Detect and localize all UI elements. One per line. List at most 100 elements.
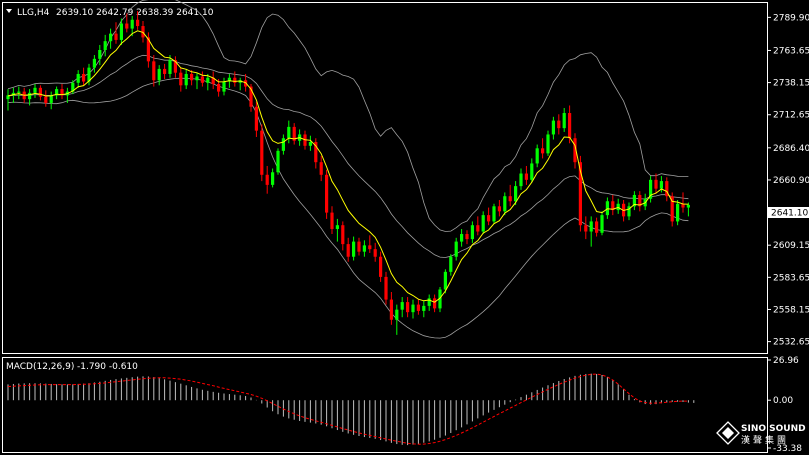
candle-body bbox=[465, 234, 469, 240]
candle-body bbox=[514, 186, 518, 202]
ohlc-values: 2639.10 2642.79 2638.39 2641.10 bbox=[56, 8, 214, 18]
candle-body bbox=[76, 73, 80, 83]
candle-body bbox=[535, 148, 539, 164]
macd-tick-label: 0.00 bbox=[773, 396, 793, 406]
candle-body bbox=[179, 72, 183, 86]
macd-values: -1.790 -0.610 bbox=[77, 362, 138, 372]
candle-body bbox=[157, 68, 161, 81]
candle-body bbox=[476, 225, 480, 232]
candle-body bbox=[44, 96, 48, 103]
candle-body bbox=[287, 126, 291, 139]
candle-body bbox=[217, 84, 221, 92]
candle-body bbox=[384, 276, 388, 300]
candle-body bbox=[519, 173, 523, 187]
candle-body bbox=[281, 138, 285, 151]
candle-body bbox=[184, 73, 188, 86]
candle-body bbox=[265, 174, 269, 185]
candle-body bbox=[600, 215, 604, 233]
candle-body bbox=[595, 221, 599, 233]
candle-body bbox=[190, 73, 194, 81]
candle-body bbox=[492, 206, 496, 222]
candle-body bbox=[152, 61, 156, 81]
price-tick-label: 2686.40 bbox=[773, 144, 809, 154]
brand-name: SINO SOUND bbox=[741, 424, 806, 434]
candle-body bbox=[206, 77, 210, 83]
candle-body bbox=[254, 106, 258, 131]
candle-body bbox=[103, 41, 107, 51]
candle-body bbox=[195, 76, 199, 81]
candle-body bbox=[546, 134, 550, 154]
candle-body bbox=[416, 304, 420, 311]
candle-body bbox=[503, 196, 507, 212]
price-tick-label: 2558.15 bbox=[773, 305, 809, 315]
candle-body bbox=[114, 33, 118, 40]
candle-body bbox=[433, 298, 437, 309]
candle-body bbox=[422, 305, 426, 311]
candle-body bbox=[530, 163, 534, 180]
candle-body bbox=[487, 215, 491, 222]
candle-body bbox=[233, 77, 237, 83]
candle-body bbox=[568, 113, 572, 139]
candle-body bbox=[346, 244, 350, 257]
candle-body bbox=[330, 212, 334, 229]
candle-body bbox=[460, 234, 464, 242]
candle-body bbox=[524, 173, 528, 180]
candle-body bbox=[49, 95, 53, 103]
candle-body bbox=[357, 241, 361, 252]
candle-body bbox=[497, 206, 501, 212]
trading-chart: LLG,H4 2639.10 2642.79 2638.39 2641.10 2… bbox=[0, 0, 809, 455]
candle-body bbox=[109, 33, 113, 42]
candle-body bbox=[584, 225, 588, 232]
candle-body bbox=[200, 76, 204, 83]
candle-body bbox=[276, 150, 280, 173]
candle-body bbox=[551, 120, 555, 135]
candle-body bbox=[659, 181, 663, 189]
symbol-label: LLG,H4 bbox=[17, 8, 50, 18]
price-tick-label: 2660.90 bbox=[773, 176, 809, 186]
price-tick-label: 2712.65 bbox=[773, 111, 809, 121]
candle-body bbox=[379, 256, 383, 277]
candle-body bbox=[541, 148, 545, 154]
candle-body bbox=[362, 245, 366, 252]
candle-body bbox=[38, 87, 42, 97]
candle-body bbox=[562, 113, 566, 129]
candle-body bbox=[557, 120, 561, 129]
candle-body bbox=[427, 298, 431, 306]
last-price-badge: 2641.10 bbox=[768, 207, 809, 219]
candle-body bbox=[411, 304, 415, 313]
price-tick-label: 2738.15 bbox=[773, 79, 809, 89]
candle-body bbox=[33, 87, 37, 93]
candle-body bbox=[82, 73, 86, 82]
candle-body bbox=[389, 299, 393, 320]
candle-body bbox=[449, 256, 453, 272]
candle-body bbox=[271, 172, 275, 185]
brand-chinese-name: 漢聲集團 bbox=[741, 434, 789, 446]
candle-body bbox=[454, 241, 458, 257]
candle-body bbox=[308, 142, 312, 146]
candle-body bbox=[605, 201, 609, 216]
candle-body bbox=[335, 225, 339, 229]
candle-body bbox=[352, 241, 356, 257]
candle-body bbox=[508, 196, 512, 202]
candle-body bbox=[325, 174, 329, 213]
candle-body bbox=[125, 23, 129, 29]
candle-body bbox=[92, 58, 96, 68]
candle-body bbox=[17, 91, 21, 93]
candle-body bbox=[470, 225, 474, 240]
candle-body bbox=[136, 19, 140, 27]
macd-tick-label: 26.96 bbox=[773, 356, 799, 366]
candle-body bbox=[98, 50, 102, 59]
candle-body bbox=[481, 215, 485, 232]
candle-body bbox=[260, 130, 264, 175]
candle-body bbox=[443, 271, 447, 290]
candle-body bbox=[654, 179, 658, 189]
candle-body bbox=[28, 92, 32, 100]
candle-body bbox=[589, 221, 593, 232]
candle-body bbox=[119, 23, 123, 40]
candle-body bbox=[406, 302, 410, 313]
candle-body bbox=[686, 204, 690, 208]
price-tick-label: 2763.65 bbox=[773, 46, 809, 56]
candle-body bbox=[222, 81, 226, 92]
candle-body bbox=[368, 245, 372, 250]
candle-body bbox=[319, 162, 323, 175]
